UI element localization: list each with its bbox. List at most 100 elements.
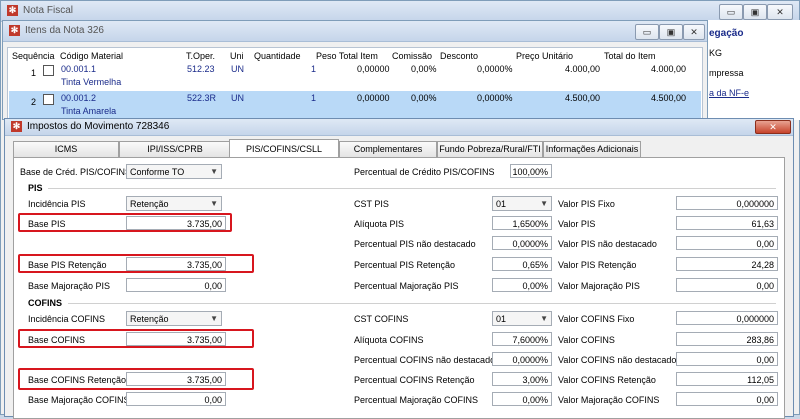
valor-cofins-label: Valor COFINS	[558, 335, 615, 345]
cofins-section-header: COFINS	[28, 298, 63, 308]
row-uni: UN	[231, 64, 244, 74]
incidencia-pis-label: Incidência PIS	[28, 199, 86, 209]
col-total-item[interactable]: Total do Item	[604, 51, 656, 61]
row-seq: 1	[31, 68, 37, 78]
col-peso-total[interactable]: Peso Total Item	[316, 51, 378, 61]
valor-maj-cofins-field[interactable]: 0,00	[676, 392, 778, 406]
col-quantidade[interactable]: Quantidade	[254, 51, 301, 61]
base-maj-pis-label: Base Majoração PIS	[28, 281, 111, 291]
perc-cred-label: Percentual de Crédito PIS/COFINS	[354, 167, 495, 177]
valor-pis-fixo-label: Valor PIS Fixo	[558, 199, 615, 209]
maximize-button[interactable]: ▣	[659, 24, 683, 40]
col-desconto[interactable]: Desconto	[440, 51, 478, 61]
valor-pis-fixo-field[interactable]: 0,000000	[676, 196, 778, 210]
incidencia-pis-select[interactable]: Retenção ▼	[126, 196, 222, 211]
base-pis-ret-highlight	[18, 254, 254, 273]
base-maj-cofins-field[interactable]: 0,00	[126, 392, 226, 406]
itens-nota-window: ✻ Itens da Nota 326 ▭ ▣ ✕ Sequência Códi…	[2, 20, 708, 120]
table-row[interactable]: 2 00.001.2 Tinta Amarela 522.3R UN 1 0,0…	[9, 91, 701, 119]
cst-cofins-value: 01	[496, 314, 507, 324]
base-cred-select[interactable]: Conforme TO ▼	[126, 164, 222, 179]
valor-maj-pis-field[interactable]: 0,00	[676, 278, 778, 292]
valor-pis-field[interactable]: 61,63	[676, 216, 778, 230]
perc-pis-ret-field[interactable]: 0,65%	[492, 257, 552, 271]
perc-maj-pis-label: Percentual Majoração PIS	[354, 281, 459, 291]
perc-pis-nd-field[interactable]: 0,0000%	[492, 236, 552, 250]
valor-cofins-field[interactable]: 283,86	[676, 332, 778, 346]
chevron-down-icon: ▼	[540, 314, 548, 323]
valor-pis-ret-field[interactable]: 24,28	[676, 257, 778, 271]
tab-complementares[interactable]: Complementares	[339, 141, 437, 157]
valor-maj-cofins-label: Valor Majoração COFINS	[558, 395, 660, 405]
impostos-titlebar: ✻ Impostos do Movimento 728346 ✕	[5, 119, 793, 136]
aliquota-pis-field[interactable]: 1,6500%	[492, 216, 552, 230]
row-comissao: 0,00%	[411, 64, 437, 74]
chevron-down-icon: ▼	[210, 314, 218, 323]
side-navigation-label: egação	[709, 28, 744, 39]
incidencia-cofins-select[interactable]: Retenção ▼	[126, 311, 222, 326]
side-nfe-link[interactable]: a da NF-e	[709, 88, 749, 98]
impostos-title: Impostos do Movimento 728346	[27, 121, 170, 132]
cst-cofins-select[interactable]: 01 ▼	[492, 311, 552, 326]
col-codigo-material[interactable]: Código Material	[60, 51, 123, 61]
aliquota-cofins-label: Alíquota COFINS	[354, 335, 424, 345]
row-qtd: 1	[311, 64, 317, 74]
base-pis-highlight	[18, 213, 232, 232]
close-button[interactable]: ✕	[767, 4, 793, 20]
minimize-button[interactable]: ▭	[635, 24, 659, 40]
col-uni[interactable]: Uni	[230, 51, 244, 61]
perc-cofins-nd-field[interactable]: 0,0000%	[492, 352, 552, 366]
minimize-button[interactable]: ▭	[719, 4, 743, 20]
row-checkbox[interactable]	[43, 65, 54, 76]
tab-pis-cofins-csll[interactable]: PIS/COFINS/CSLL	[229, 139, 339, 157]
row-checkbox[interactable]	[43, 94, 54, 105]
col-preco-unitario[interactable]: Preço Unitário	[516, 51, 573, 61]
maximize-button[interactable]: ▣	[743, 4, 767, 20]
row-seq: 2	[31, 97, 37, 107]
side-kg-label: KG	[709, 48, 723, 58]
tab-informacoes-adicionais[interactable]: Informações Adicionais	[543, 141, 641, 157]
perc-maj-cofins-label: Percentual Majoração COFINS	[354, 395, 479, 405]
base-cofins-highlight	[18, 329, 254, 348]
valor-cofins-ret-field[interactable]: 112,05	[676, 372, 778, 386]
col-comissao[interactable]: Comissão	[392, 51, 432, 61]
cst-cofins-label: CST COFINS	[354, 314, 409, 324]
pis-section-header: PIS	[28, 183, 43, 193]
app-icon: ✻	[11, 121, 22, 132]
valor-pis-nd-field[interactable]: 0,00	[676, 236, 778, 250]
aliquota-cofins-field[interactable]: 7,6000%	[492, 332, 552, 346]
valor-pis-nd-label: Valor PIS não destacado	[558, 239, 657, 249]
row-total: 4.000,00	[651, 64, 687, 74]
tab-fundo-pobreza[interactable]: Fundo Pobreza/Rural/FTI	[437, 141, 543, 157]
cst-pis-label: CST PIS	[354, 199, 389, 209]
tab-ipi-iss-cprb[interactable]: IPI/ISS/CPRB	[119, 141, 231, 157]
pis-divider	[48, 188, 776, 189]
pis-cofins-panel: Base de Créd. PIS/COFINS Conforme TO ▼ P…	[13, 157, 785, 419]
itens-grid: Sequência Código Material T.Oper. Uni Qu…	[7, 47, 703, 119]
row-code[interactable]: 00.001.1	[61, 64, 96, 74]
perc-maj-pis-field[interactable]: 0,00%	[492, 278, 552, 292]
row-uni: UN	[231, 93, 244, 103]
valor-cofins-nd-label: Valor COFINS não destacado	[558, 355, 677, 365]
table-row[interactable]: 1 00.001.1 Tinta Vermelha 512.23 UN 1 0,…	[9, 62, 701, 90]
row-code[interactable]: 00.001.2	[61, 93, 96, 103]
aliquota-pis-label: Alíquota PIS	[354, 219, 405, 229]
window-title: Nota Fiscal	[23, 5, 74, 16]
base-maj-pis-field[interactable]: 0,00	[126, 278, 226, 292]
col-sequencia[interactable]: Sequência	[12, 51, 55, 61]
close-button[interactable]: ✕	[755, 120, 791, 134]
perc-cofins-ret-field[interactable]: 3,00%	[492, 372, 552, 386]
valor-maj-pis-label: Valor Majoração PIS	[558, 281, 640, 291]
base-maj-cofins-label: Base Majoração COFINS	[28, 395, 130, 405]
col-toper[interactable]: T.Oper.	[186, 51, 215, 61]
cst-pis-select[interactable]: 01 ▼	[492, 196, 552, 211]
tab-icms[interactable]: ICMS	[13, 141, 119, 157]
valor-cofins-nd-field[interactable]: 0,00	[676, 352, 778, 366]
close-button[interactable]: ✕	[683, 24, 705, 40]
perc-maj-cofins-field[interactable]: 0,00%	[492, 392, 552, 406]
row-toper: 522.3R	[187, 93, 217, 103]
valor-cofins-fixo-field[interactable]: 0,000000	[676, 311, 778, 325]
perc-cred-field[interactable]: 100,00%	[510, 164, 552, 178]
nota-fiscal-side-panel: egação KG mpressa a da NF-e	[707, 20, 800, 120]
base-cred-label: Base de Créd. PIS/COFINS	[20, 167, 132, 177]
